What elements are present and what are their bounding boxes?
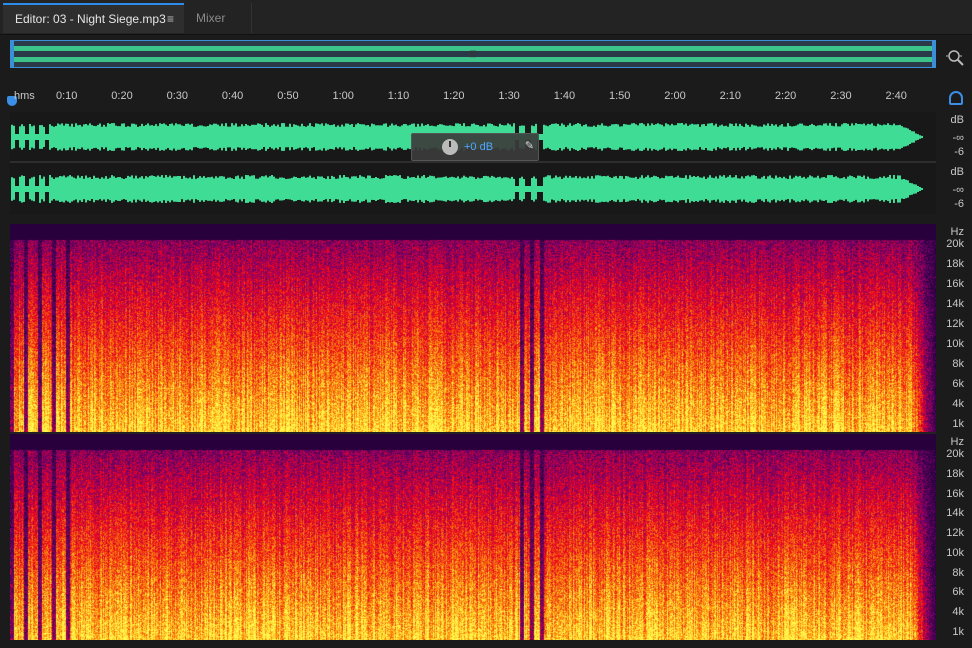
hz-tick-label: 8k <box>952 358 964 370</box>
hz-tick-label: 10k <box>946 547 964 559</box>
hz-unit-label: Hz <box>951 226 964 238</box>
timeline-unit-label: hms <box>14 90 35 102</box>
hz-tick-label: 12k <box>946 318 964 330</box>
timeline-tick: 1:10 <box>388 90 409 102</box>
timeline-tick: 2:30 <box>830 90 851 102</box>
hz-tick-label: 1k <box>952 418 964 430</box>
timeline-tick: 2:40 <box>886 90 907 102</box>
timeline-ruler[interactable]: hms 0:10 0:20 0:30 0:40 0:50 1:00 1:10 1:20 1:30… <box>10 88 936 110</box>
spectral-hz-ruler-bottom: Hz 20k 18k 16k 14k 12k 10k 8k 6k 4k 1k <box>936 434 972 640</box>
timeline-tick: 1:20 <box>443 90 464 102</box>
tab-menu-icon[interactable]: ≡ <box>167 12 174 26</box>
timeline-tick: 2:00 <box>664 90 685 102</box>
overview-navigator[interactable]: ||| <box>10 40 936 68</box>
hz-tick-label: 10k <box>946 338 964 350</box>
spectral-hz-ruler-top: Hz 20k 18k 16k 14k 12k 10k 8k 6k 4k 1k <box>936 224 972 432</box>
hz-tick-label: 20k <box>946 448 964 460</box>
timeline-tick: 1:00 <box>333 90 354 102</box>
db-label-6-bottom: -6 <box>954 198 964 210</box>
hz-tick-label: 14k <box>946 298 964 310</box>
timeline-tick: 1:50 <box>609 90 630 102</box>
hz-tick-label: 20k <box>946 238 964 250</box>
hz-tick-label: 6k <box>952 378 964 390</box>
volume-knob[interactable] <box>442 139 458 155</box>
timeline-tick: 2:20 <box>775 90 796 102</box>
overview-waveform: ||| <box>11 41 935 67</box>
db-unit-label-bottom: dB <box>951 166 964 178</box>
magnify-zoom-icon[interactable] <box>944 46 966 68</box>
waveform-db-ruler: dB -∞ -6 dB -∞ -6 <box>936 112 972 214</box>
hz-tick-label: 4k <box>952 398 964 410</box>
hz-tick-label: 18k <box>946 468 964 480</box>
hz-tick-label: 16k <box>946 488 964 500</box>
timeline-tick: 0:10 <box>56 90 77 102</box>
tab-mixer[interactable]: Mixer <box>184 3 252 33</box>
db-unit-label-top: dB <box>951 114 964 126</box>
waveform-display <box>10 112 936 214</box>
timeline-tick: 2:10 <box>720 90 741 102</box>
headphones-icon[interactable] <box>949 91 963 105</box>
tab-bar: Editor: 03 - Night Siege.mp3 ≡ Mixer <box>0 0 972 35</box>
hz-tick-label: 14k <box>946 507 964 519</box>
hz-tick-label: 12k <box>946 527 964 539</box>
spectrogram-bottom[interactable] <box>10 434 936 640</box>
pin-icon[interactable]: ✎ <box>525 139 534 152</box>
timeline-tick: 1:30 <box>498 90 519 102</box>
volume-hud[interactable]: +0 dB ✎ <box>411 133 539 161</box>
hz-tick-label: 18k <box>946 258 964 270</box>
db-label-6-top: -6 <box>954 146 964 158</box>
timeline-tick: 0:20 <box>111 90 132 102</box>
db-label-inf-top: -∞ <box>952 132 964 144</box>
svg-text:|||: ||| <box>470 49 476 58</box>
hz-tick-label: 8k <box>952 567 964 579</box>
waveform-panel[interactable] <box>10 112 936 214</box>
hz-tick-label: 16k <box>946 278 964 290</box>
hz-tick-label: 1k <box>952 626 964 638</box>
timeline-tick: 0:50 <box>277 90 298 102</box>
tab-editor[interactable]: Editor: 03 - Night Siege.mp3 ≡ <box>3 3 184 33</box>
hz-tick-label: 6k <box>952 586 964 598</box>
timeline-tick: 1:40 <box>554 90 575 102</box>
waveform-channel-2 <box>12 175 922 203</box>
hz-unit-label: Hz <box>951 436 964 448</box>
db-label-inf-bottom: -∞ <box>952 184 964 196</box>
timeline-tick: 0:40 <box>222 90 243 102</box>
tab-mixer-label: Mixer <box>196 11 225 25</box>
volume-value[interactable]: +0 dB <box>464 141 493 153</box>
hz-tick-label: 4k <box>952 606 964 618</box>
timeline-tick: 0:30 <box>167 90 188 102</box>
tab-editor-label: Editor: 03 - Night Siege.mp3 <box>15 12 166 26</box>
spectrogram-top[interactable] <box>10 224 936 432</box>
